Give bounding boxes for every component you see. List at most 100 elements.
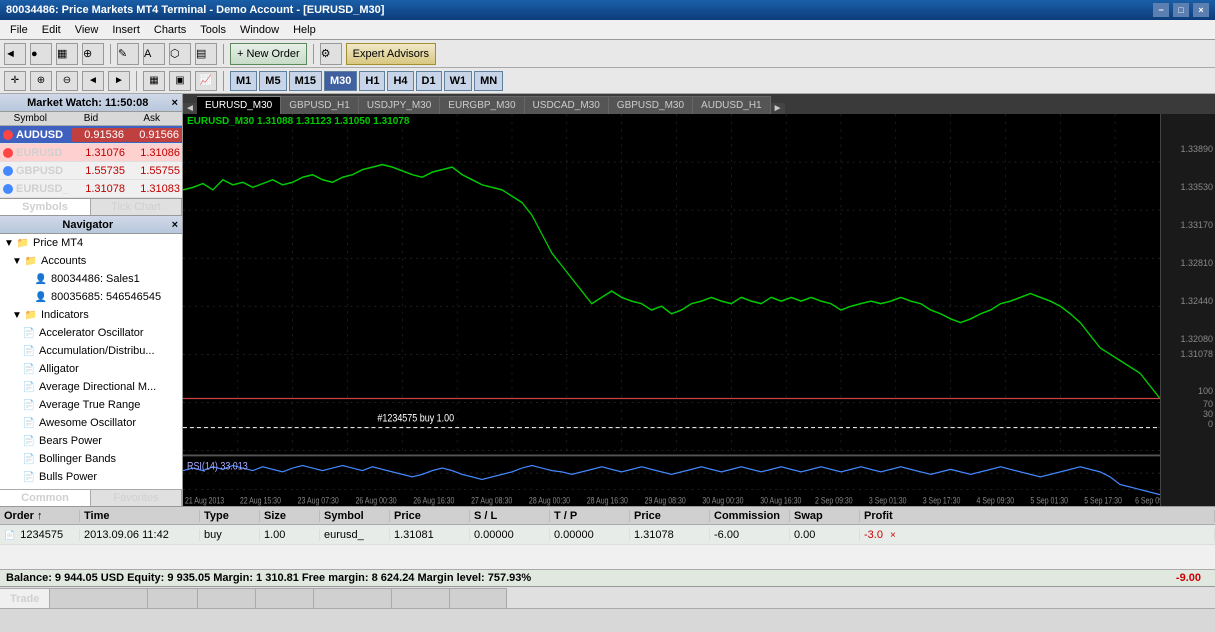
tf-chart-line[interactable]: 📈 [195,71,217,91]
tf-scroll-right[interactable]: ► [108,71,130,91]
tf-m1[interactable]: M1 [230,71,257,91]
tab-account-history[interactable]: Account History [50,588,148,608]
mw-row-eurusd2[interactable]: EURUSD_ 1.31078 1.31083 [0,180,182,198]
tab-alerts[interactable]: Alerts [148,588,197,608]
tf-zoom-in[interactable]: ⊕ [30,71,52,91]
chart-tab-gbpusd-m30[interactable]: GBPUSD_M30 [609,96,693,114]
tab-symbols[interactable]: Symbols [0,199,91,215]
col-tp[interactable]: T / P [550,510,630,522]
chart-tab-eurusd-m30[interactable]: EURUSD_M30 [197,96,281,114]
eurusd-dot [3,148,13,158]
toolbar-btn-7[interactable]: ⬡ [169,43,191,65]
tf-d1[interactable]: D1 [416,71,442,91]
menu-help[interactable]: Help [287,22,322,38]
nav-indicator-1[interactable]: 📄 Accelerator Oscillator [0,324,182,342]
mw-row-audusd[interactable]: AUDUSD 0.91536 0.91566 [0,126,182,144]
toolbar-btn-6[interactable]: A [143,43,165,65]
eurusd2-dot [3,184,13,194]
tab-experts[interactable]: Experts [392,588,450,608]
tf-w1[interactable]: W1 [444,71,473,91]
title-controls[interactable]: − □ × [1153,3,1209,17]
chart-tab-eurgbp-m30[interactable]: EURGBP_M30 [440,96,524,114]
chart-canvas-area[interactable]: EURUSD_M30 1.31088 1.31123 1.31050 1.310… [183,114,1160,506]
chart-tab-audusd-h1[interactable]: AUDUSD_H1 [693,96,771,114]
svg-text:5 Sep 17:30: 5 Sep 17:30 [1084,496,1122,506]
tf-zoom-out[interactable]: ⊖ [56,71,78,91]
expert-icon-btn[interactable]: ⚙ [320,43,342,65]
nav-indicators[interactable]: ▼ 📁 Indicators [0,306,182,324]
toolbar-btn-8[interactable]: ▤ [195,43,217,65]
menu-edit[interactable]: Edit [36,22,67,38]
menu-charts[interactable]: Charts [148,22,192,38]
tf-m15[interactable]: M15 [289,71,322,91]
nav-indicator-7[interactable]: 📄 Bears Power [0,432,182,450]
tf-h4[interactable]: H4 [387,71,413,91]
tab-trade[interactable]: Trade [0,588,50,608]
menu-view[interactable]: View [69,22,105,38]
chart-tab-scroll-right[interactable]: ► [771,103,785,114]
col-profit[interactable]: Profit [860,510,1215,522]
tf-chart-candle[interactable]: ▣ [169,71,191,91]
nav-account-1[interactable]: ▶ 👤 80034486: Sales1 [0,270,182,288]
chart-tab-usdjpy-m30[interactable]: USDJPY_M30 [359,96,440,114]
toolbar-btn-1[interactable]: ◄ [4,43,26,65]
toolbar-btn-5[interactable]: ✎ [117,43,139,65]
nav-indicator-6[interactable]: 📄 Awesome Oscillator [0,414,182,432]
col-swap[interactable]: Swap [790,510,860,522]
tab-favorites[interactable]: Favorites [91,490,182,506]
tf-crosshair[interactable]: ✛ [4,71,26,91]
chart-tab-usdcad-m30[interactable]: USDCAD_M30 [525,96,609,114]
mw-row-eurusd[interactable]: EURUSD 1.31076 1.31086 [0,144,182,162]
chart-tab-scroll-left[interactable]: ◄ [183,103,197,114]
menu-tools[interactable]: Tools [194,22,232,38]
toolbar-btn-4[interactable]: ⊕ [82,43,104,65]
nav-indicator-2[interactable]: 📄 Accumulation/Distribu... [0,342,182,360]
new-order-button[interactable]: + New Order [230,43,307,65]
menu-insert[interactable]: Insert [106,22,146,38]
col-symbol[interactable]: Symbol [320,510,390,522]
col-size[interactable]: Size [260,510,320,522]
expert-advisors-button[interactable]: Expert Advisors [346,43,436,65]
nav-accounts[interactable]: ▼ 📁 Accounts [0,252,182,270]
col-order[interactable]: Order ↑ [0,510,80,522]
col-sl[interactable]: S / L [470,510,550,522]
tf-scroll-left[interactable]: ◄ [82,71,104,91]
market-watch-close[interactable]: × [172,97,178,109]
col-commission[interactable]: Commission [710,510,790,522]
nav-price-mt4[interactable]: ▼ 📁 Price MT4 [0,234,182,252]
mw-row-gbpusd[interactable]: GBPUSD 1.55735 1.55755 [0,162,182,180]
nav-indicator-4[interactable]: 📄 Average Directional M... [0,378,182,396]
nav-indicator-3[interactable]: 📄 Alligator [0,360,182,378]
chart-tab-gbpusd-h1[interactable]: GBPUSD_H1 [281,96,359,114]
tab-journal[interactable]: Journal [450,588,507,608]
tab-mailbox[interactable]: Mailbox [198,588,257,608]
tab-tick-chart[interactable]: Tick Chart [91,199,182,215]
tf-m30[interactable]: M30 [324,71,357,91]
order-row-1234575[interactable]: 📄 1234575 2013.09.06 11:42 buy 1.00 euru… [0,525,1215,545]
tf-h1[interactable]: H1 [359,71,385,91]
close-button[interactable]: × [1193,3,1209,17]
toolbar-btn-2[interactable]: ● [30,43,52,65]
tab-code-base[interactable]: Code Base: [314,588,392,608]
tab-signals[interactable]: Signals [256,588,313,608]
minimize-button[interactable]: − [1153,3,1169,17]
close-order-btn[interactable]: × [890,530,896,541]
maximize-button[interactable]: □ [1173,3,1189,17]
nav-indicator-9[interactable]: 📄 Bulls Power [0,468,182,486]
nav-indicator-8[interactable]: 📄 Bollinger Bands [0,450,182,468]
cell-tp: 0.00000 [550,529,630,541]
col-time[interactable]: Time [80,510,200,522]
navigator-close[interactable]: × [172,219,178,231]
toolbar-btn-3[interactable]: ▦ [56,43,78,65]
nav-account-2[interactable]: ▶ 👤 80035685: 546546545 [0,288,182,306]
tab-common[interactable]: Common [0,490,91,506]
tf-mn[interactable]: MN [474,71,503,91]
tf-m5[interactable]: M5 [259,71,286,91]
nav-indicator-5[interactable]: 📄 Average True Range [0,396,182,414]
col-price-cur[interactable]: Price [630,510,710,522]
menu-file[interactable]: File [4,22,34,38]
col-type[interactable]: Type [200,510,260,522]
tf-chart-bar[interactable]: ▦ [143,71,165,91]
menu-window[interactable]: Window [234,22,285,38]
col-price-open[interactable]: Price [390,510,470,522]
